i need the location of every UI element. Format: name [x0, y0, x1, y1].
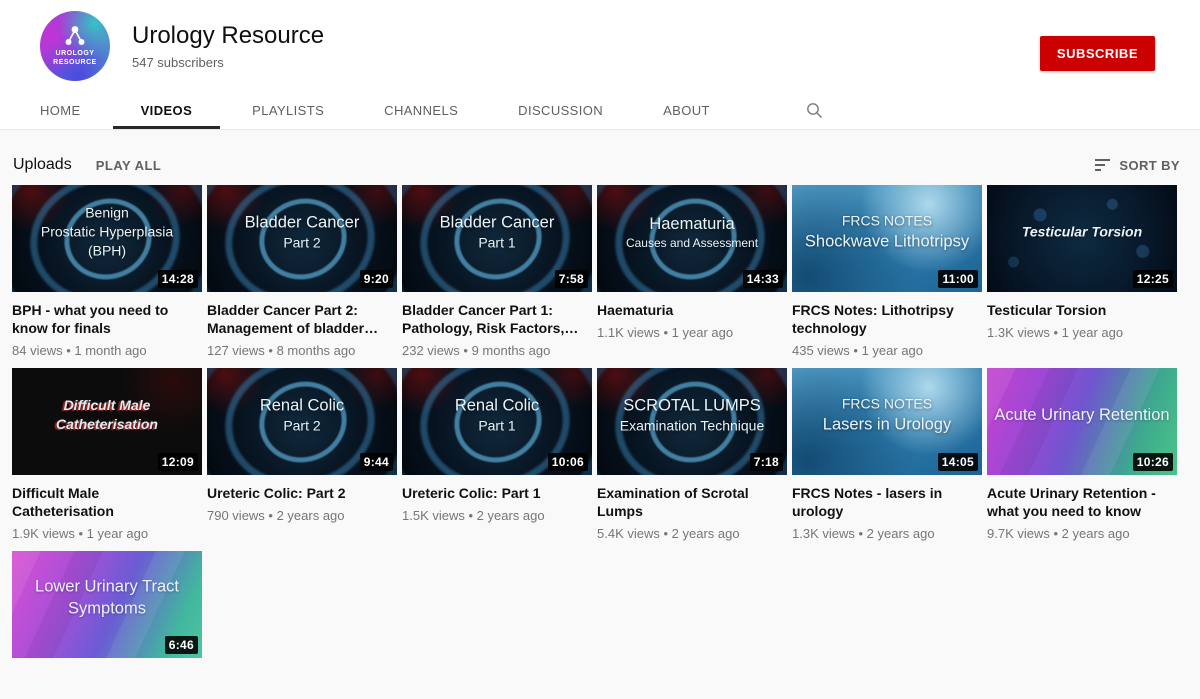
video-thumbnail[interactable]: Difficult Male Catheterisation 12:09 [12, 368, 202, 475]
video-meta: 1.3K views • 2 years ago [792, 526, 982, 541]
video-card[interactable]: Acute Urinary Retention 10:26 Acute Urin… [987, 368, 1177, 541]
video-card[interactable]: BenignProstatic Hyperplasia(BPH) 14:28 B… [12, 185, 202, 358]
video-thumbnail[interactable]: BenignProstatic Hyperplasia(BPH) 14:28 [12, 185, 202, 292]
video-title[interactable]: FRCS Notes - lasers in urology [792, 484, 982, 520]
video-meta: 127 views • 8 months ago [207, 343, 397, 358]
video-title[interactable]: Difficult Male Catheterisation [12, 484, 202, 520]
video-thumbnail[interactable]: SCROTAL LUMPSExamination Technique 7:18 [597, 368, 787, 475]
thumbnail-caption: HaematuriaCauses and Assessment [597, 213, 787, 251]
video-grid: BenignProstatic Hyperplasia(BPH) 14:28 B… [0, 185, 1200, 668]
thumbnail-caption: Renal ColicPart 1 [402, 395, 592, 436]
tab-about[interactable]: ABOUT [635, 91, 738, 129]
tab-home[interactable]: HOME [12, 91, 109, 129]
sort-by-label: SORT BY [1119, 158, 1180, 173]
video-card[interactable]: Lower Urinary Tract Symptoms 6:46 [12, 551, 202, 658]
video-title[interactable]: Examination of Scrotal Lumps [597, 484, 787, 520]
subscriber-count: 547 subscribers [132, 55, 324, 70]
video-thumbnail[interactable]: Lower Urinary Tract Symptoms 6:46 [12, 551, 202, 658]
uploads-title: Uploads [13, 156, 72, 174]
duration-badge: 12:25 [1133, 270, 1173, 288]
tab-videos[interactable]: VIDEOS [113, 91, 221, 129]
duration-badge: 6:46 [165, 636, 198, 654]
duration-badge: 10:06 [548, 453, 588, 471]
video-card[interactable]: Renal ColicPart 2 9:44 Ureteric Colic: P… [207, 368, 397, 541]
video-thumbnail[interactable]: FRCS NOTESShockwave Lithotripsy 11:00 [792, 185, 982, 292]
tab-playlists[interactable]: PLAYLISTS [224, 91, 352, 129]
thumbnail-caption: Testicular Torsion [987, 223, 1177, 242]
duration-badge: 14:28 [158, 270, 198, 288]
thumbnail-caption: Acute Urinary Retention [987, 404, 1177, 426]
search-icon[interactable] [806, 102, 823, 119]
channel-name: Urology Resource [132, 22, 324, 50]
video-meta: 232 views • 9 months ago [402, 343, 592, 358]
video-thumbnail[interactable]: Renal ColicPart 1 10:06 [402, 368, 592, 475]
duration-badge: 11:00 [938, 270, 978, 288]
video-meta: 1.3K views • 1 year ago [987, 325, 1177, 340]
thumbnail-caption: Lower Urinary Tract Symptoms [12, 576, 202, 621]
play-all-button[interactable]: PLAY ALL [96, 158, 162, 173]
thumbnail-caption: SCROTAL LUMPSExamination Technique [597, 395, 787, 436]
video-card[interactable]: Bladder CancerPart 1 7:58 Bladder Cancer… [402, 185, 592, 358]
video-thumbnail[interactable]: Testicular Torsion 12:25 [987, 185, 1177, 292]
thumbnail-caption: FRCS NOTESShockwave Lithotripsy [792, 212, 982, 253]
thumbnail-caption: FRCS NOTESLasers in Urology [792, 395, 982, 436]
channel-tab-strip: HOMEVIDEOSPLAYLISTSCHANNELSDISCUSSIONABO… [0, 91, 1200, 130]
duration-badge: 7:18 [750, 453, 783, 471]
duration-badge: 7:58 [555, 270, 588, 288]
duration-badge: 10:26 [1133, 453, 1173, 471]
thumbnail-caption: BenignProstatic Hyperplasia(BPH) [12, 204, 202, 261]
sort-by-button[interactable]: SORT BY [1095, 158, 1180, 173]
thumbnail-caption: Bladder CancerPart 2 [207, 212, 397, 253]
thumbnail-caption: Difficult Male Catheterisation [12, 396, 202, 434]
video-title[interactable]: Testicular Torsion [987, 301, 1177, 319]
tab-bar: HOMEVIDEOSPLAYLISTSCHANNELSDISCUSSIONABO… [12, 91, 742, 129]
video-meta: 790 views • 2 years ago [207, 508, 397, 523]
duration-badge: 14:05 [938, 453, 978, 471]
video-card[interactable]: Bladder CancerPart 2 9:20 Bladder Cancer… [207, 185, 397, 358]
duration-badge: 12:09 [158, 453, 198, 471]
video-meta: 9.7K views • 2 years ago [987, 526, 1177, 541]
video-card[interactable]: HaematuriaCauses and Assessment 14:33 Ha… [597, 185, 787, 358]
video-meta: 1.5K views • 2 years ago [402, 508, 592, 523]
video-meta: 1.9K views • 1 year ago [12, 526, 202, 541]
channel-header: UROLOGY RESOURCE Urology Resource 547 su… [0, 0, 1200, 91]
video-title[interactable]: BPH - what you need to know for finals [12, 301, 202, 337]
video-thumbnail[interactable]: FRCS NOTESLasers in Urology 14:05 [792, 368, 982, 475]
duration-badge: 9:20 [360, 270, 393, 288]
video-title[interactable]: Haematuria [597, 301, 787, 319]
video-meta: 435 views • 1 year ago [792, 343, 982, 358]
avatar-label: UROLOGY RESOURCE [53, 49, 97, 67]
video-thumbnail[interactable]: HaematuriaCauses and Assessment 14:33 [597, 185, 787, 292]
tab-channels[interactable]: CHANNELS [356, 91, 486, 129]
uploads-bar: Uploads PLAY ALL SORT BY [0, 156, 1200, 174]
video-thumbnail[interactable]: Acute Urinary Retention 10:26 [987, 368, 1177, 475]
video-meta: 5.4K views • 2 years ago [597, 526, 787, 541]
duration-badge: 14:33 [743, 270, 783, 288]
thumbnail-caption: Renal ColicPart 2 [207, 395, 397, 436]
video-card[interactable]: Difficult Male Catheterisation 12:09 Dif… [12, 368, 202, 541]
tab-discussion[interactable]: DISCUSSION [490, 91, 631, 129]
video-title[interactable]: Ureteric Colic: Part 1 [402, 484, 592, 502]
video-card[interactable]: SCROTAL LUMPSExamination Technique 7:18 … [597, 368, 787, 541]
video-title[interactable]: Acute Urinary Retention - what you need … [987, 484, 1177, 520]
subscribe-button[interactable]: SUBSCRIBE [1040, 36, 1155, 71]
video-card[interactable]: FRCS NOTESShockwave Lithotripsy 11:00 FR… [792, 185, 982, 358]
thumbnail-caption: Bladder CancerPart 1 [402, 212, 592, 253]
video-title[interactable]: Bladder Cancer Part 1: Pathology, Risk F… [402, 301, 592, 337]
video-thumbnail[interactable]: Renal ColicPart 2 9:44 [207, 368, 397, 475]
video-card[interactable]: Testicular Torsion 12:25 Testicular Tors… [987, 185, 1177, 358]
channel-avatar[interactable]: UROLOGY RESOURCE [40, 11, 110, 81]
video-thumbnail[interactable]: Bladder CancerPart 2 9:20 [207, 185, 397, 292]
molecule-icon [62, 25, 88, 47]
video-meta: 84 views • 1 month ago [12, 343, 202, 358]
video-thumbnail[interactable]: Bladder CancerPart 1 7:58 [402, 185, 592, 292]
duration-badge: 9:44 [360, 453, 393, 471]
video-title[interactable]: Bladder Cancer Part 2: Management of bla… [207, 301, 397, 337]
video-card[interactable]: Renal ColicPart 1 10:06 Ureteric Colic: … [402, 368, 592, 541]
video-card[interactable]: FRCS NOTESLasers in Urology 14:05 FRCS N… [792, 368, 982, 541]
video-meta: 1.1K views • 1 year ago [597, 325, 787, 340]
sort-lines-icon [1095, 159, 1110, 171]
video-title[interactable]: Ureteric Colic: Part 2 [207, 484, 397, 502]
video-title[interactable]: FRCS Notes: Lithotripsy technology [792, 301, 982, 337]
